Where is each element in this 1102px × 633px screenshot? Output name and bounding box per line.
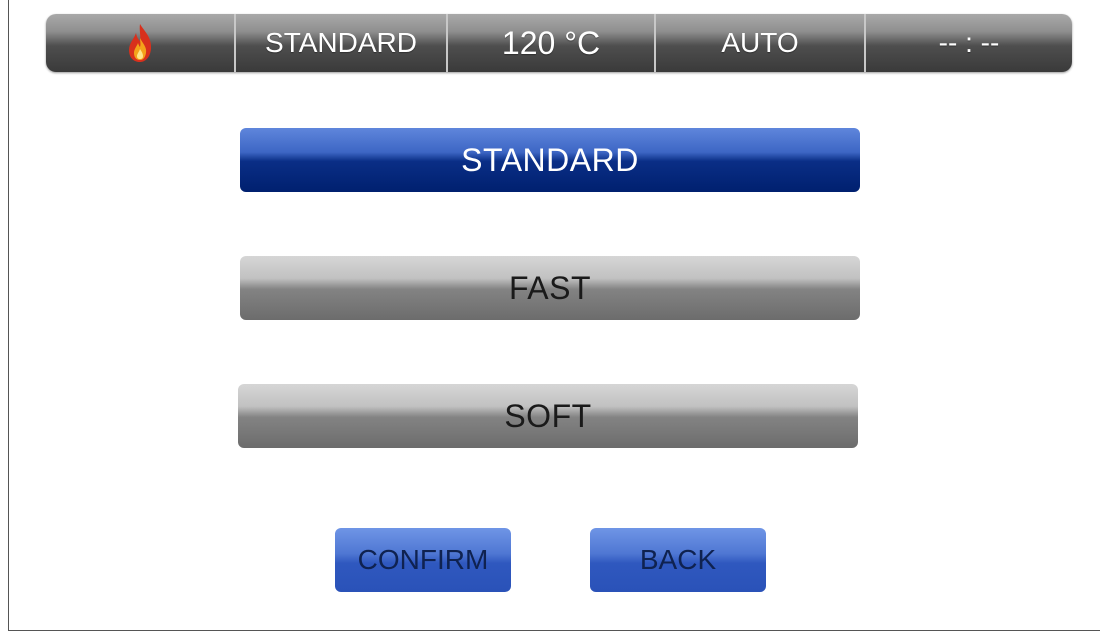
- flame-icon: [129, 24, 152, 62]
- status-time: -- : --: [938, 27, 1000, 58]
- option-soft-button[interactable]: SOFT: [238, 384, 858, 448]
- status-program: STANDARD: [236, 14, 448, 72]
- confirm-button[interactable]: CONFIRM: [335, 528, 511, 592]
- status-flame: [46, 14, 236, 72]
- option-fast-button[interactable]: FAST: [240, 256, 860, 320]
- back-button[interactable]: BACK: [590, 528, 766, 592]
- status-mode: AUTO: [656, 14, 866, 72]
- option-standard-button[interactable]: STANDARD: [240, 128, 860, 192]
- status-temperature: 120 °C: [448, 14, 656, 72]
- status-bar: STANDARD 120 °C AUTO -- : --: [46, 14, 1072, 72]
